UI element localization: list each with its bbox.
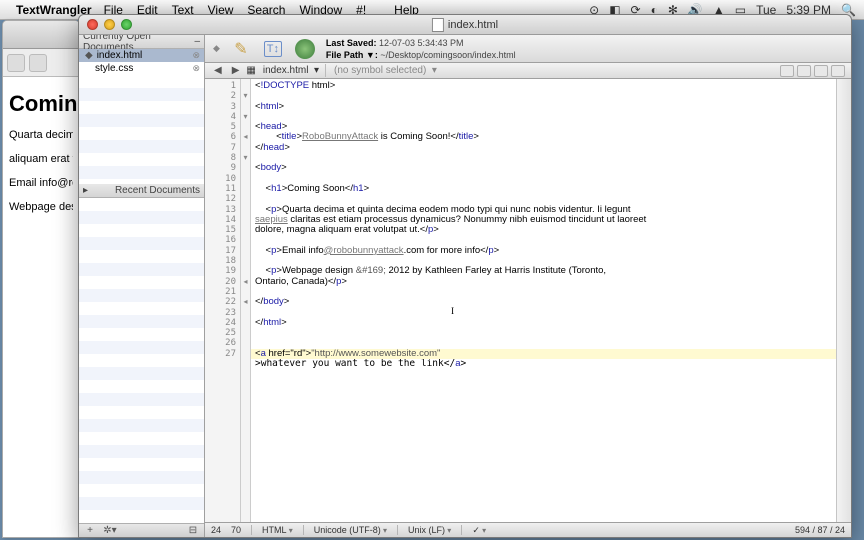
nav-bar: ◀ ▶ ▦ index.html ▾ (no symbol selected) … <box>205 63 851 79</box>
page-h1: Coming <box>9 91 73 117</box>
vertical-scrollbar[interactable] <box>836 79 851 522</box>
sidebar-footer: + ✲▾ ⊟ <box>79 523 204 537</box>
toolbar-btn[interactable] <box>831 65 845 77</box>
minimize-button[interactable] <box>104 19 115 30</box>
sidebar-fill <box>79 198 204 524</box>
close-doc-icon[interactable]: ⊗ <box>192 50 200 61</box>
code-area[interactable]: <!DOCTYPE html><html><head> <title>RoboB… <box>251 79 836 522</box>
sidebar-doc-style[interactable]: style.css ⊗ <box>79 62 204 75</box>
preview-browser-button[interactable] <box>294 38 316 60</box>
toolbar-btn[interactable] <box>797 65 811 77</box>
para: Webpage design <box>9 201 73 213</box>
fold-gutter[interactable]: ▾ ▾ ◂ ▾ ◂ ◂ <box>241 79 251 522</box>
toolbar-btn[interactable] <box>814 65 828 77</box>
close-doc-icon[interactable]: ⊗ <box>192 63 200 74</box>
saved-label: Last Saved: <box>326 38 377 48</box>
saved-value: 12-07-03 5:34:43 PM <box>379 38 464 48</box>
line-gutter: 1 2 3 4 5 6 7 8 9 10 11 12 13 14 15 16 1… <box>205 79 241 522</box>
path-label[interactable]: File Path ▼: <box>326 50 378 60</box>
collapse-icon[interactable]: – <box>194 36 200 47</box>
browser-toolbar[interactable] <box>3 49 79 77</box>
window-title: index.html <box>432 18 498 32</box>
toolbar-btn[interactable] <box>780 65 794 77</box>
nav-back[interactable]: ◀ <box>211 65 225 76</box>
status-line: 24 <box>211 525 221 535</box>
open-docs-header[interactable]: Currently Open Documents – <box>79 35 204 49</box>
path-value: ~/Desktop/comingsoon/index.html <box>380 50 515 60</box>
para: Quarta decima et <box>9 129 73 141</box>
status-bar: 24 70 HTML Unicode (UTF-8) Unix (LF) ✓ 5… <box>205 522 851 537</box>
titlebar[interactable]: index.html <box>79 15 851 35</box>
recent-docs-label: Recent Documents <box>115 185 200 196</box>
nav-fwd[interactable]: ▶ <box>229 65 243 76</box>
status-encoding[interactable]: Unicode (UTF-8) <box>314 525 387 535</box>
doc-name: style.css <box>95 63 133 74</box>
back-button[interactable] <box>7 54 25 72</box>
reload-button[interactable] <box>29 54 47 72</box>
browser-window[interactable]: Coming Quarta decima et aliquam erat vol… <box>2 20 80 538</box>
browser-body: Coming Quarta decima et aliquam erat vol… <box>3 77 79 231</box>
file-info: Last Saved: 12-07-03 5:34:43 PM File Pat… <box>326 37 516 61</box>
editor-main: ◆ ✎ T↕ Last Saved: 12-07-03 5:34:43 PM F… <box>205 35 851 537</box>
document-icon <box>432 18 444 32</box>
para: aliquam erat volu <box>9 153 73 165</box>
code-editor[interactable]: 1 2 3 4 5 6 7 8 9 10 11 12 13 14 15 16 1… <box>205 79 851 522</box>
pencil-icon[interactable]: ✎ <box>230 38 252 60</box>
doc-name: index.html <box>97 50 143 61</box>
nav-counter-icon[interactable]: ▦ <box>246 65 255 76</box>
browser-titlebar[interactable] <box>3 21 79 49</box>
sidebar-doc-index[interactable]: ◆ index.html ⊗ <box>79 49 204 62</box>
sidebar-fill <box>79 75 204 184</box>
status-lineending[interactable]: Unix (LF) <box>408 525 451 535</box>
zoom-button[interactable] <box>121 19 132 30</box>
status-col: 70 <box>231 525 241 535</box>
status-size: 594 / 87 / 24 <box>795 525 845 535</box>
window-title-text: index.html <box>448 19 498 31</box>
recent-docs-header[interactable]: ▸ Recent Documents <box>79 184 204 198</box>
status-lang[interactable]: HTML <box>262 525 293 535</box>
text-options-button[interactable]: T↕ <box>262 38 284 60</box>
action-menu-button[interactable]: ✲▾ <box>103 526 117 536</box>
close-button[interactable] <box>87 19 98 30</box>
disclosure-icon: ◆ <box>85 50 93 61</box>
editor-window: index.html Currently Open Documents – ◆ … <box>78 14 852 538</box>
para: Email info@robo <box>9 177 73 189</box>
symbol-selector[interactable]: (no symbol selected) ▾ <box>334 65 437 76</box>
documents-sidebar: Currently Open Documents – ◆ index.html … <box>79 35 205 537</box>
doc-selector[interactable]: index.html ▾ <box>260 64 326 77</box>
doc-state-icon: ◆ <box>213 43 220 54</box>
split-button[interactable]: ⊟ <box>186 526 200 536</box>
editor-toolbar: ◆ ✎ T↕ Last Saved: 12-07-03 5:34:43 PM F… <box>205 35 851 63</box>
add-doc-button[interactable]: + <box>83 526 97 536</box>
status-spell[interactable]: ✓ <box>472 525 486 536</box>
